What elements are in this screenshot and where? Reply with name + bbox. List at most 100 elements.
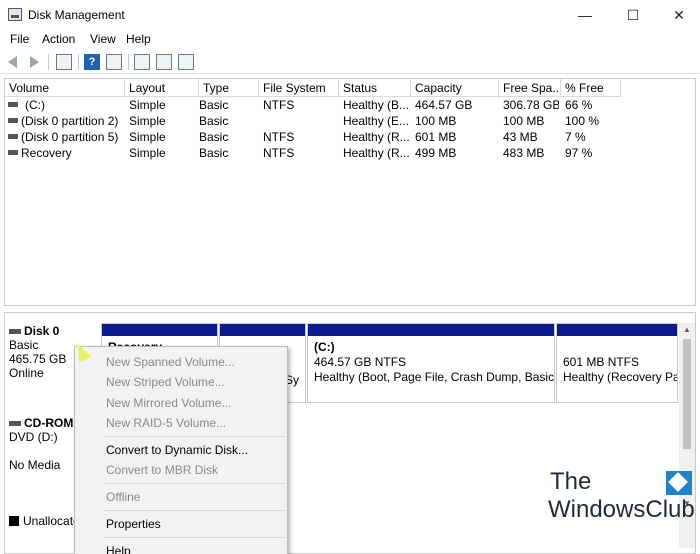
cell-status: Healthy (B... — [343, 98, 409, 112]
watermark-line1: The — [550, 468, 592, 495]
column-header-status[interactable]: Status — [339, 79, 411, 97]
toolbar: ? — [0, 50, 700, 74]
menu-file[interactable]: File — [10, 32, 29, 46]
cell-capacity: 499 MB — [415, 146, 457, 160]
cell-file-system: NTFS — [263, 146, 295, 160]
table-row[interactable]: (Disk 0 partition 5) Simple Basic NTFS H… — [5, 129, 695, 145]
cell-file-system: NTFS — [263, 130, 295, 144]
cell-capacity: 100 MB — [415, 114, 457, 128]
window-title: Disk Management — [28, 8, 125, 22]
cell-type: Basic — [199, 114, 229, 128]
table-row[interactable]: Recovery Simple Basic NTFS Healthy (R...… — [5, 145, 695, 161]
menu-properties[interactable]: Properties — [106, 517, 161, 531]
cell-type: Basic — [199, 98, 229, 112]
disk-management-app-icon — [8, 8, 22, 21]
close-button[interactable]: ✕ — [656, 0, 700, 30]
cell-free-space: 43 MB — [503, 130, 538, 144]
cell-free-space: 100 MB — [503, 114, 545, 128]
menu-separator — [103, 537, 285, 538]
maximize-button[interactable]: ☐ — [610, 0, 656, 30]
checklist-icon[interactable] — [156, 54, 172, 70]
cell-volume: (Disk 0 partition 2) — [21, 114, 119, 128]
forward-arrow-icon[interactable] — [30, 56, 39, 68]
column-header-file-system[interactable]: File System — [259, 79, 339, 97]
scrollbar-thumb[interactable] — [683, 339, 691, 449]
menu-separator — [103, 510, 285, 511]
console-tree-icon[interactable] — [56, 54, 72, 70]
menu-convert-to-dynamic-disk[interactable]: Convert to Dynamic Disk... — [106, 443, 248, 457]
volume-list: Volume Layout Type File System Status Ca… — [4, 78, 696, 306]
column-header-volume[interactable]: Volume — [5, 79, 125, 97]
help-icon[interactable]: ? — [84, 54, 100, 70]
disk-icon — [9, 329, 21, 335]
menu-convert-to-mbr-disk[interactable]: Convert to MBR Disk — [106, 463, 218, 477]
context-menu: New Spanned Volume... New Striped Volume… — [74, 346, 288, 554]
cdrom-icon — [9, 421, 21, 427]
volume-icon — [8, 150, 18, 155]
menu-help[interactable]: Help — [106, 544, 131, 554]
toolbar-separator — [128, 54, 129, 70]
cell-layout: Simple — [129, 114, 166, 128]
cell-file-system: NTFS — [263, 98, 295, 112]
column-header-type[interactable]: Type — [199, 79, 259, 97]
toolbar-separator — [48, 54, 49, 70]
legend-label: Unallocate — [23, 514, 80, 528]
partition-bar — [102, 324, 217, 336]
partition-size-fs: 464.57 GB NTFS — [314, 355, 407, 369]
cell-percent-free: 7 % — [565, 130, 586, 144]
column-header-layout[interactable]: Layout — [125, 79, 199, 97]
menu-new-striped-volume[interactable]: New Striped Volume... — [106, 375, 225, 389]
cell-volume: (Disk 0 partition 5) — [21, 130, 119, 144]
watermark-line2: WindowsClub — [548, 496, 695, 523]
table-row[interactable]: (C:) Simple Basic NTFS Healthy (B... 464… — [5, 97, 695, 113]
menu-help[interactable]: Help — [126, 32, 151, 46]
menu-new-spanned-volume[interactable]: New Spanned Volume... — [106, 355, 235, 369]
cell-layout: Simple — [129, 146, 166, 160]
column-header-capacity[interactable]: Capacity — [411, 79, 499, 97]
cell-type: Basic — [199, 146, 229, 160]
title-bar: Disk Management — ☐ ✕ — [0, 0, 700, 30]
cell-layout: Simple — [129, 130, 166, 144]
back-arrow-icon[interactable] — [8, 56, 17, 68]
partition-bar — [220, 324, 305, 336]
properties-icon[interactable] — [106, 54, 122, 70]
thewindowsclub-logo-icon — [666, 471, 692, 495]
cell-capacity: 464.57 GB — [415, 98, 473, 112]
disk0-name: Disk 0 — [24, 324, 60, 338]
volume-icon — [8, 102, 18, 107]
table-row[interactable]: (Disk 0 partition 2) Simple Basic Health… — [5, 113, 695, 129]
cell-volume: Recovery — [21, 146, 72, 160]
partition-title: (C:) — [314, 340, 335, 354]
cell-percent-free: 66 % — [565, 98, 593, 112]
cell-percent-free: 97 % — [565, 146, 593, 160]
menu-view[interactable]: View — [90, 32, 116, 46]
minimize-button[interactable]: — — [562, 0, 608, 30]
menu-separator — [103, 483, 285, 484]
menu-separator — [103, 436, 285, 437]
menu-bar: File Action View Help — [0, 30, 700, 50]
volume-icon — [8, 134, 18, 139]
unallocated-swatch — [9, 516, 19, 526]
column-header-percent-free[interactable]: % Free — [561, 79, 621, 97]
partition-recovery-2[interactable]: 601 MB NTFS Healthy (Recovery Par — [556, 323, 678, 403]
toolbar-separator — [78, 54, 79, 70]
scroll-up-icon[interactable]: ▲ — [679, 323, 695, 337]
partition-status: Healthy (Boot, Page File, Crash Dump, Ba… — [314, 370, 555, 384]
menu-new-raid5-volume[interactable]: New RAID-5 Volume... — [106, 416, 226, 430]
cell-free-space: 306.78 GB — [503, 98, 559, 112]
connect-icon[interactable] — [134, 54, 150, 70]
menu-offline[interactable]: Offline — [106, 490, 140, 504]
cell-percent-free: 100 % — [565, 114, 600, 128]
partition-bar — [557, 324, 677, 336]
menu-new-mirrored-volume[interactable]: New Mirrored Volume... — [106, 396, 231, 410]
volume-icon — [8, 118, 18, 123]
cdrom-name: CD-ROM — [24, 416, 74, 430]
cell-free-space: 483 MB — [503, 146, 545, 160]
cell-status: Healthy (R... — [343, 130, 409, 144]
partition-status: Healthy (Recovery Par — [563, 370, 678, 384]
menu-action[interactable]: Action — [42, 32, 75, 46]
partition-c-drive[interactable]: (C:) 464.57 GB NTFS Healthy (Boot, Page … — [307, 323, 555, 403]
disk-list-icon[interactable] — [178, 54, 194, 70]
column-header-free-space[interactable]: Free Spa... — [499, 79, 561, 97]
watermark: The WindowsClub — [548, 468, 698, 524]
